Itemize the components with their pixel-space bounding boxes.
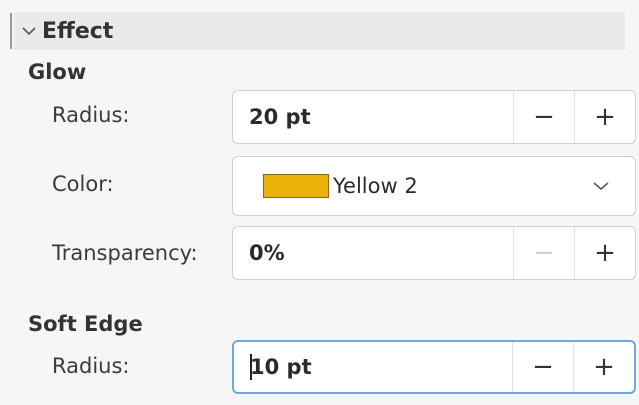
glow-transparency-decrease-button[interactable]: − xyxy=(513,227,574,279)
text-cursor xyxy=(250,354,252,380)
soft-edge-radius-input[interactable]: 10 pt xyxy=(234,342,512,392)
glow-color-label: Color: xyxy=(52,172,114,196)
glow-radius-increase-button[interactable]: + xyxy=(574,91,635,143)
soft-edge-radius-label: Radius: xyxy=(52,354,130,378)
soft-edge-radius-increase-button[interactable]: + xyxy=(573,342,634,392)
glow-transparency-spinbox: 0% − + xyxy=(232,226,636,280)
glow-radius-input[interactable]: 20 pt xyxy=(233,91,513,143)
chevron-down-icon[interactable] xyxy=(18,12,40,50)
color-swatch xyxy=(263,174,329,198)
glow-color-value: Yellow 2 xyxy=(333,174,418,198)
soft-edge-radius-spinbox: 10 pt − + xyxy=(232,340,636,394)
section-title: Effect xyxy=(42,18,114,44)
soft-edge-radius-value: 10 pt xyxy=(250,355,312,379)
chevron-down-icon[interactable] xyxy=(593,157,609,215)
glow-radius-decrease-button[interactable]: − xyxy=(513,91,574,143)
glow-transparency-label: Transparency: xyxy=(52,241,198,265)
soft-edge-radius-decrease-button[interactable]: − xyxy=(512,342,573,392)
glow-title: Glow xyxy=(28,60,87,84)
section-indicator xyxy=(10,13,12,49)
glow-color-dropdown[interactable]: Yellow 2 xyxy=(232,156,636,216)
glow-transparency-increase-button[interactable]: + xyxy=(574,227,635,279)
glow-radius-spinbox: 20 pt − + xyxy=(232,90,636,144)
glow-transparency-input[interactable]: 0% xyxy=(233,227,513,279)
effect-section-header[interactable]: Effect xyxy=(14,12,625,50)
glow-radius-label: Radius: xyxy=(52,103,130,127)
soft-edge-title: Soft Edge xyxy=(28,312,143,336)
